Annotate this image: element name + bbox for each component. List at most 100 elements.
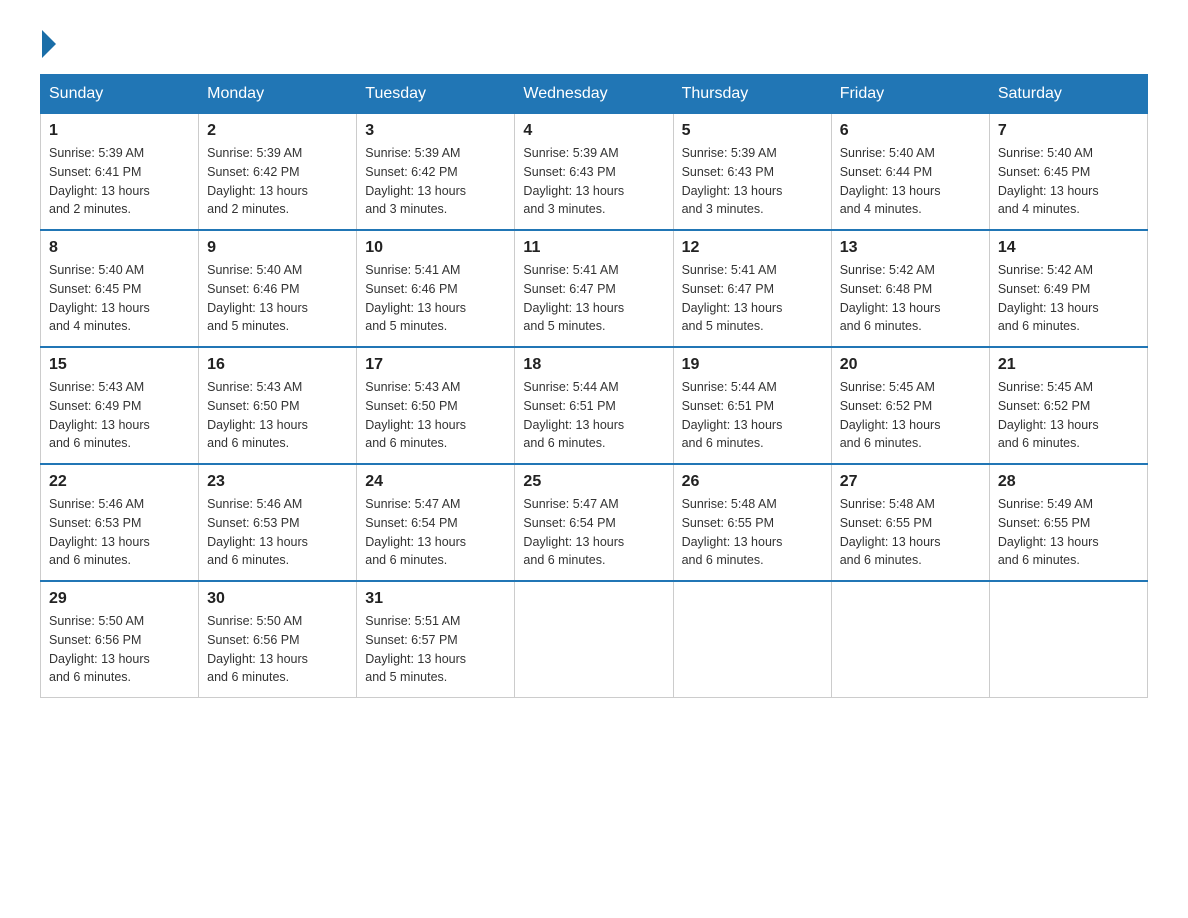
day-info: Sunrise: 5:41 AMSunset: 6:47 PMDaylight:… <box>682 261 823 336</box>
day-number: 20 <box>840 356 981 374</box>
day-info: Sunrise: 5:47 AMSunset: 6:54 PMDaylight:… <box>523 495 664 570</box>
day-number: 19 <box>682 356 823 374</box>
day-info: Sunrise: 5:41 AMSunset: 6:46 PMDaylight:… <box>365 261 506 336</box>
weekday-header-row: SundayMondayTuesdayWednesdayThursdayFrid… <box>41 75 1148 114</box>
day-info: Sunrise: 5:39 AMSunset: 6:43 PMDaylight:… <box>682 144 823 219</box>
day-info: Sunrise: 5:41 AMSunset: 6:47 PMDaylight:… <box>523 261 664 336</box>
calendar-cell: 12 Sunrise: 5:41 AMSunset: 6:47 PMDaylig… <box>673 230 831 347</box>
calendar-cell: 4 Sunrise: 5:39 AMSunset: 6:43 PMDayligh… <box>515 114 673 231</box>
day-number: 2 <box>207 122 348 140</box>
calendar-cell: 2 Sunrise: 5:39 AMSunset: 6:42 PMDayligh… <box>199 114 357 231</box>
logo <box>40 30 58 54</box>
day-info: Sunrise: 5:50 AMSunset: 6:56 PMDaylight:… <box>49 612 190 687</box>
calendar-cell: 30 Sunrise: 5:50 AMSunset: 6:56 PMDaylig… <box>199 581 357 698</box>
day-number: 25 <box>523 473 664 491</box>
day-number: 12 <box>682 239 823 257</box>
day-info: Sunrise: 5:39 AMSunset: 6:41 PMDaylight:… <box>49 144 190 219</box>
weekday-header-tuesday: Tuesday <box>357 75 515 114</box>
calendar-week-row: 22 Sunrise: 5:46 AMSunset: 6:53 PMDaylig… <box>41 464 1148 581</box>
calendar-cell: 11 Sunrise: 5:41 AMSunset: 6:47 PMDaylig… <box>515 230 673 347</box>
calendar-table: SundayMondayTuesdayWednesdayThursdayFrid… <box>40 74 1148 698</box>
calendar-cell: 13 Sunrise: 5:42 AMSunset: 6:48 PMDaylig… <box>831 230 989 347</box>
day-number: 28 <box>998 473 1139 491</box>
day-number: 23 <box>207 473 348 491</box>
day-info: Sunrise: 5:40 AMSunset: 6:45 PMDaylight:… <box>998 144 1139 219</box>
calendar-week-row: 29 Sunrise: 5:50 AMSunset: 6:56 PMDaylig… <box>41 581 1148 698</box>
day-info: Sunrise: 5:40 AMSunset: 6:45 PMDaylight:… <box>49 261 190 336</box>
day-number: 7 <box>998 122 1139 140</box>
day-number: 11 <box>523 239 664 257</box>
calendar-cell: 8 Sunrise: 5:40 AMSunset: 6:45 PMDayligh… <box>41 230 199 347</box>
day-info: Sunrise: 5:42 AMSunset: 6:48 PMDaylight:… <box>840 261 981 336</box>
day-info: Sunrise: 5:48 AMSunset: 6:55 PMDaylight:… <box>840 495 981 570</box>
logo-text <box>40 30 58 58</box>
calendar-cell: 25 Sunrise: 5:47 AMSunset: 6:54 PMDaylig… <box>515 464 673 581</box>
day-info: Sunrise: 5:43 AMSunset: 6:50 PMDaylight:… <box>365 378 506 453</box>
day-info: Sunrise: 5:40 AMSunset: 6:46 PMDaylight:… <box>207 261 348 336</box>
calendar-cell: 18 Sunrise: 5:44 AMSunset: 6:51 PMDaylig… <box>515 347 673 464</box>
calendar-week-row: 15 Sunrise: 5:43 AMSunset: 6:49 PMDaylig… <box>41 347 1148 464</box>
calendar-cell: 27 Sunrise: 5:48 AMSunset: 6:55 PMDaylig… <box>831 464 989 581</box>
day-number: 1 <box>49 122 190 140</box>
weekday-header-friday: Friday <box>831 75 989 114</box>
calendar-cell <box>831 581 989 698</box>
day-info: Sunrise: 5:49 AMSunset: 6:55 PMDaylight:… <box>998 495 1139 570</box>
calendar-cell: 26 Sunrise: 5:48 AMSunset: 6:55 PMDaylig… <box>673 464 831 581</box>
day-info: Sunrise: 5:43 AMSunset: 6:49 PMDaylight:… <box>49 378 190 453</box>
calendar-cell: 23 Sunrise: 5:46 AMSunset: 6:53 PMDaylig… <box>199 464 357 581</box>
day-number: 13 <box>840 239 981 257</box>
calendar-cell: 31 Sunrise: 5:51 AMSunset: 6:57 PMDaylig… <box>357 581 515 698</box>
calendar-week-row: 1 Sunrise: 5:39 AMSunset: 6:41 PMDayligh… <box>41 114 1148 231</box>
calendar-cell <box>515 581 673 698</box>
weekday-header-sunday: Sunday <box>41 75 199 114</box>
calendar-cell: 1 Sunrise: 5:39 AMSunset: 6:41 PMDayligh… <box>41 114 199 231</box>
weekday-header-thursday: Thursday <box>673 75 831 114</box>
day-number: 27 <box>840 473 981 491</box>
calendar-cell <box>673 581 831 698</box>
calendar-cell: 7 Sunrise: 5:40 AMSunset: 6:45 PMDayligh… <box>989 114 1147 231</box>
weekday-header-saturday: Saturday <box>989 75 1147 114</box>
calendar-cell: 5 Sunrise: 5:39 AMSunset: 6:43 PMDayligh… <box>673 114 831 231</box>
day-number: 16 <box>207 356 348 374</box>
day-info: Sunrise: 5:44 AMSunset: 6:51 PMDaylight:… <box>523 378 664 453</box>
day-info: Sunrise: 5:50 AMSunset: 6:56 PMDaylight:… <box>207 612 348 687</box>
logo-arrow-icon <box>42 30 56 58</box>
day-number: 31 <box>365 590 506 608</box>
day-info: Sunrise: 5:39 AMSunset: 6:42 PMDaylight:… <box>365 144 506 219</box>
calendar-cell: 17 Sunrise: 5:43 AMSunset: 6:50 PMDaylig… <box>357 347 515 464</box>
day-info: Sunrise: 5:51 AMSunset: 6:57 PMDaylight:… <box>365 612 506 687</box>
calendar-cell: 6 Sunrise: 5:40 AMSunset: 6:44 PMDayligh… <box>831 114 989 231</box>
day-number: 8 <box>49 239 190 257</box>
day-number: 18 <box>523 356 664 374</box>
calendar-cell: 16 Sunrise: 5:43 AMSunset: 6:50 PMDaylig… <box>199 347 357 464</box>
calendar-cell: 20 Sunrise: 5:45 AMSunset: 6:52 PMDaylig… <box>831 347 989 464</box>
page-header <box>40 30 1148 54</box>
day-number: 30 <box>207 590 348 608</box>
day-number: 4 <box>523 122 664 140</box>
day-info: Sunrise: 5:45 AMSunset: 6:52 PMDaylight:… <box>998 378 1139 453</box>
day-info: Sunrise: 5:39 AMSunset: 6:43 PMDaylight:… <box>523 144 664 219</box>
day-number: 9 <box>207 239 348 257</box>
day-info: Sunrise: 5:42 AMSunset: 6:49 PMDaylight:… <box>998 261 1139 336</box>
day-number: 22 <box>49 473 190 491</box>
day-number: 29 <box>49 590 190 608</box>
day-info: Sunrise: 5:40 AMSunset: 6:44 PMDaylight:… <box>840 144 981 219</box>
day-info: Sunrise: 5:46 AMSunset: 6:53 PMDaylight:… <box>207 495 348 570</box>
calendar-cell: 14 Sunrise: 5:42 AMSunset: 6:49 PMDaylig… <box>989 230 1147 347</box>
calendar-cell: 22 Sunrise: 5:46 AMSunset: 6:53 PMDaylig… <box>41 464 199 581</box>
day-info: Sunrise: 5:47 AMSunset: 6:54 PMDaylight:… <box>365 495 506 570</box>
calendar-cell: 21 Sunrise: 5:45 AMSunset: 6:52 PMDaylig… <box>989 347 1147 464</box>
calendar-cell: 3 Sunrise: 5:39 AMSunset: 6:42 PMDayligh… <box>357 114 515 231</box>
day-info: Sunrise: 5:48 AMSunset: 6:55 PMDaylight:… <box>682 495 823 570</box>
calendar-cell: 24 Sunrise: 5:47 AMSunset: 6:54 PMDaylig… <box>357 464 515 581</box>
weekday-header-wednesday: Wednesday <box>515 75 673 114</box>
weekday-header-monday: Monday <box>199 75 357 114</box>
calendar-cell: 19 Sunrise: 5:44 AMSunset: 6:51 PMDaylig… <box>673 347 831 464</box>
day-number: 6 <box>840 122 981 140</box>
day-number: 14 <box>998 239 1139 257</box>
day-number: 10 <box>365 239 506 257</box>
calendar-week-row: 8 Sunrise: 5:40 AMSunset: 6:45 PMDayligh… <box>41 230 1148 347</box>
day-number: 26 <box>682 473 823 491</box>
day-info: Sunrise: 5:39 AMSunset: 6:42 PMDaylight:… <box>207 144 348 219</box>
calendar-cell: 10 Sunrise: 5:41 AMSunset: 6:46 PMDaylig… <box>357 230 515 347</box>
